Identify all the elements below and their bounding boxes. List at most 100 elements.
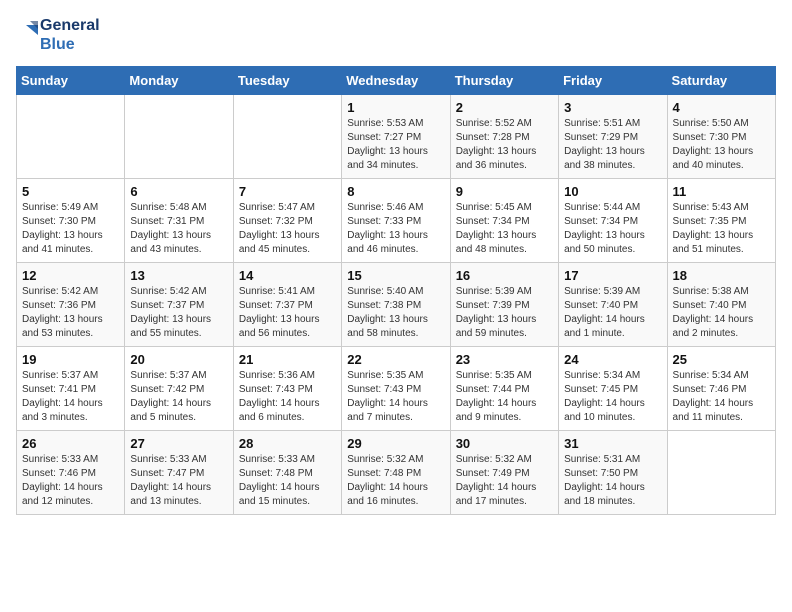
calendar-cell: 7 Sunrise: 5:47 AM Sunset: 7:32 PM Daylig… (233, 179, 341, 263)
day-content: Sunrise: 5:32 AM Sunset: 7:49 PM Dayligh… (456, 453, 553, 509)
day-content: Sunrise: 5:50 AM Sunset: 7:30 PM Dayligh… (673, 117, 770, 173)
day-content: Sunrise: 5:31 AM Sunset: 7:50 PM Dayligh… (564, 453, 661, 509)
day-number: 18 (673, 268, 770, 283)
week-row-3: 12 Sunrise: 5:42 AM Sunset: 7:36 PM Dayli… (17, 263, 776, 347)
day-number: 8 (347, 184, 444, 199)
calendar-cell (125, 95, 233, 179)
day-content: Sunrise: 5:44 AM Sunset: 7:34 PM Dayligh… (564, 201, 661, 257)
day-content: Sunrise: 5:49 AM Sunset: 7:30 PM Dayligh… (22, 201, 119, 257)
day-number: 31 (564, 436, 661, 451)
day-number: 21 (239, 352, 336, 367)
day-number: 25 (673, 352, 770, 367)
calendar-cell: 30 Sunrise: 5:32 AM Sunset: 7:49 PM Dayli… (450, 431, 558, 515)
day-content: Sunrise: 5:34 AM Sunset: 7:45 PM Dayligh… (564, 369, 661, 425)
week-row-2: 5 Sunrise: 5:49 AM Sunset: 7:30 PM Daylig… (17, 179, 776, 263)
calendar-cell: 12 Sunrise: 5:42 AM Sunset: 7:36 PM Dayli… (17, 263, 125, 347)
calendar-cell (17, 95, 125, 179)
day-number: 7 (239, 184, 336, 199)
weekday-header-monday: Monday (125, 67, 233, 95)
day-number: 24 (564, 352, 661, 367)
day-number: 4 (673, 100, 770, 115)
day-content: Sunrise: 5:48 AM Sunset: 7:31 PM Dayligh… (130, 201, 227, 257)
calendar-cell: 17Sunrise: 5:39 AM Sunset: 7:40 PM Dayli… (559, 263, 667, 347)
day-number: 29 (347, 436, 444, 451)
day-number: 9 (456, 184, 553, 199)
day-number: 3 (564, 100, 661, 115)
day-number: 2 (456, 100, 553, 115)
day-content: Sunrise: 5:40 AM Sunset: 7:38 PM Dayligh… (347, 285, 444, 341)
day-number: 17 (564, 268, 661, 283)
calendar-cell: 3Sunrise: 5:51 AM Sunset: 7:29 PM Daylig… (559, 95, 667, 179)
day-number: 28 (239, 436, 336, 451)
calendar-cell: 16 Sunrise: 5:39 AM Sunset: 7:39 PM Dayli… (450, 263, 558, 347)
day-number: 15 (347, 268, 444, 283)
day-content: Sunrise: 5:53 AM Sunset: 7:27 PM Dayligh… (347, 117, 444, 173)
day-number: 20 (130, 352, 227, 367)
day-number: 1 (347, 100, 444, 115)
weekday-header-row: SundayMondayTuesdayWednesdayThursdayFrid… (17, 67, 776, 95)
calendar-cell: 5 Sunrise: 5:49 AM Sunset: 7:30 PM Daylig… (17, 179, 125, 263)
day-content: Sunrise: 5:43 AM Sunset: 7:35 PM Dayligh… (673, 201, 770, 257)
calendar-cell: 1 Sunrise: 5:53 AM Sunset: 7:27 PM Daylig… (342, 95, 450, 179)
weekday-header-thursday: Thursday (450, 67, 558, 95)
calendar-cell: 6Sunrise: 5:48 AM Sunset: 7:31 PM Daylig… (125, 179, 233, 263)
calendar-cell: 19 Sunrise: 5:37 AM Sunset: 7:41 PM Dayli… (17, 347, 125, 431)
weekday-header-friday: Friday (559, 67, 667, 95)
day-content: Sunrise: 5:42 AM Sunset: 7:36 PM Dayligh… (22, 285, 119, 341)
week-row-1: 1 Sunrise: 5:53 AM Sunset: 7:27 PM Daylig… (17, 95, 776, 179)
calendar-cell: 22Sunrise: 5:35 AM Sunset: 7:43 PM Dayli… (342, 347, 450, 431)
day-number: 13 (130, 268, 227, 283)
day-number: 14 (239, 268, 336, 283)
logo: General Blue (16, 16, 100, 54)
weekday-header-sunday: Sunday (17, 67, 125, 95)
calendar-cell: 18 Sunrise: 5:38 AM Sunset: 7:40 PM Dayli… (667, 263, 775, 347)
calendar-cell: 21 Sunrise: 5:36 AM Sunset: 7:43 PM Dayli… (233, 347, 341, 431)
day-content: Sunrise: 5:47 AM Sunset: 7:32 PM Dayligh… (239, 201, 336, 257)
day-number: 26 (22, 436, 119, 451)
day-content: Sunrise: 5:41 AM Sunset: 7:37 PM Dayligh… (239, 285, 336, 341)
calendar-cell (233, 95, 341, 179)
day-content: Sunrise: 5:39 AM Sunset: 7:39 PM Dayligh… (456, 285, 553, 341)
calendar-cell: 9Sunrise: 5:45 AM Sunset: 7:34 PM Daylig… (450, 179, 558, 263)
calendar-cell: 31 Sunrise: 5:31 AM Sunset: 7:50 PM Dayli… (559, 431, 667, 515)
calendar-cell: 13 Sunrise: 5:42 AM Sunset: 7:37 PM Dayli… (125, 263, 233, 347)
day-content: Sunrise: 5:33 AM Sunset: 7:47 PM Dayligh… (130, 453, 227, 509)
calendar-cell: 28 Sunrise: 5:33 AM Sunset: 7:48 PM Dayli… (233, 431, 341, 515)
calendar-cell: 23 Sunrise: 5:35 AM Sunset: 7:44 PM Dayli… (450, 347, 558, 431)
day-number: 23 (456, 352, 553, 367)
day-content: Sunrise: 5:35 AM Sunset: 7:44 PM Dayligh… (456, 369, 553, 425)
calendar-cell: 25 Sunrise: 5:34 AM Sunset: 7:46 PM Dayli… (667, 347, 775, 431)
day-content: Sunrise: 5:34 AM Sunset: 7:46 PM Dayligh… (673, 369, 770, 425)
page-header: General Blue (16, 16, 776, 54)
week-row-5: 26 Sunrise: 5:33 AM Sunset: 7:46 PM Dayli… (17, 431, 776, 515)
logo-general: General (40, 16, 100, 35)
day-number: 5 (22, 184, 119, 199)
calendar-cell: 10 Sunrise: 5:44 AM Sunset: 7:34 PM Dayli… (559, 179, 667, 263)
calendar-cell: 14 Sunrise: 5:41 AM Sunset: 7:37 PM Dayli… (233, 263, 341, 347)
day-number: 30 (456, 436, 553, 451)
day-content: Sunrise: 5:37 AM Sunset: 7:41 PM Dayligh… (22, 369, 119, 425)
calendar-cell: 29 Sunrise: 5:32 AM Sunset: 7:48 PM Dayli… (342, 431, 450, 515)
day-content: Sunrise: 5:33 AM Sunset: 7:46 PM Dayligh… (22, 453, 119, 509)
day-content: Sunrise: 5:33 AM Sunset: 7:48 PM Dayligh… (239, 453, 336, 509)
calendar-cell: 27 Sunrise: 5:33 AM Sunset: 7:47 PM Dayli… (125, 431, 233, 515)
logo-bird-icon (16, 21, 38, 49)
day-content: Sunrise: 5:36 AM Sunset: 7:43 PM Dayligh… (239, 369, 336, 425)
calendar-cell: 11Sunrise: 5:43 AM Sunset: 7:35 PM Dayli… (667, 179, 775, 263)
calendar-cell: 15 Sunrise: 5:40 AM Sunset: 7:38 PM Dayli… (342, 263, 450, 347)
day-content: Sunrise: 5:52 AM Sunset: 7:28 PM Dayligh… (456, 117, 553, 173)
day-content: Sunrise: 5:42 AM Sunset: 7:37 PM Dayligh… (130, 285, 227, 341)
calendar-cell (667, 431, 775, 515)
day-number: 10 (564, 184, 661, 199)
day-content: Sunrise: 5:35 AM Sunset: 7:43 PM Dayligh… (347, 369, 444, 425)
calendar-cell: 8Sunrise: 5:46 AM Sunset: 7:33 PM Daylig… (342, 179, 450, 263)
day-number: 16 (456, 268, 553, 283)
day-content: Sunrise: 5:38 AM Sunset: 7:40 PM Dayligh… (673, 285, 770, 341)
day-number: 19 (22, 352, 119, 367)
day-number: 27 (130, 436, 227, 451)
day-number: 12 (22, 268, 119, 283)
day-content: Sunrise: 5:32 AM Sunset: 7:48 PM Dayligh… (347, 453, 444, 509)
weekday-header-wednesday: Wednesday (342, 67, 450, 95)
weekday-header-tuesday: Tuesday (233, 67, 341, 95)
calendar-cell: 4 Sunrise: 5:50 AM Sunset: 7:30 PM Daylig… (667, 95, 775, 179)
